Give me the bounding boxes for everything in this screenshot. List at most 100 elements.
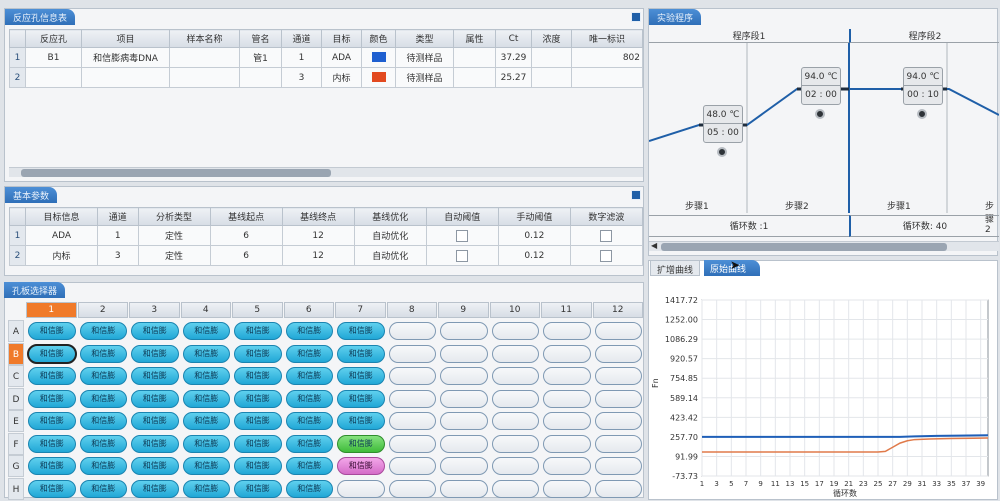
plate-row-E[interactable]: E [8,410,24,432]
col-header[interactable]: 浓度 [531,29,572,48]
plate-well[interactable]: 和信膨 [79,367,127,385]
plate-well[interactable]: 和信膨 [234,412,282,430]
plate-well[interactable]: 和信膨 [79,322,127,340]
cell-target[interactable]: ADA [24,225,99,246]
plate-well[interactable] [543,367,591,385]
cell-auto-threshold[interactable] [425,225,499,246]
plate-well[interactable]: 和信膨 [28,479,76,498]
col-header[interactable]: 通道 [97,207,139,226]
plate-well[interactable]: 和信膨 [285,457,333,475]
plate-well[interactable]: 和信膨 [337,344,385,363]
col-header[interactable]: 基线起点 [209,207,283,226]
cell-type[interactable]: 待测样品 [395,47,454,68]
cell-color[interactable] [361,47,396,68]
plate-well[interactable] [440,322,488,340]
plate-well[interactable]: 和信膨 [131,434,179,453]
cell-baseline-start[interactable]: 6 [209,225,283,246]
plate-well[interactable]: 和信膨 [234,434,282,453]
plate-well[interactable] [594,412,642,430]
camera-icon[interactable] [815,109,825,119]
cell-target[interactable]: 内标 [24,245,99,266]
plate-well[interactable]: 和信膨 [285,344,333,363]
plate-well[interactable]: 和信膨 [182,479,230,498]
plate-well[interactable] [491,479,539,498]
col-header[interactable]: 基线优化 [353,207,427,226]
plate-well[interactable]: 和信膨 [79,412,127,430]
col-header[interactable]: 数字滤波 [569,207,644,226]
plate-well[interactable] [594,322,642,340]
plate-well[interactable]: 和信膨 [182,389,230,408]
plate-column-10[interactable]: 10 [489,302,540,318]
plate-well[interactable]: 和信膨 [131,457,179,475]
cell-manual-threshold[interactable]: 0.12 [497,245,571,266]
plate-row-G[interactable]: G [8,455,24,477]
plate-well[interactable]: 和信膨 [182,322,230,340]
plate-well[interactable]: 和信膨 [28,434,76,453]
plate-well[interactable]: 和信膨 [131,322,179,340]
step-temp[interactable]: 48.0 ℃ [704,106,742,124]
tab-amplification-curve[interactable]: 扩增曲线 [650,260,701,276]
cell-baseline-end[interactable]: 12 [281,245,355,266]
plate-well[interactable]: 和信膨 [285,367,333,385]
plate-well[interactable]: 和信膨 [79,434,127,453]
cell-target[interactable]: 内标 [321,67,362,88]
plate-well[interactable]: 和信膨 [28,322,76,340]
scrollbar-thumb[interactable] [21,169,331,177]
table-row[interactable]: 2 3 内标 待测样品 25.27 [9,67,643,88]
cell-sample[interactable] [169,47,240,68]
plate-well[interactable]: 和信膨 [234,322,282,340]
plate-well[interactable] [388,322,436,340]
plate-well[interactable] [440,344,488,363]
cell-channel[interactable]: 1 [281,47,322,68]
cell-type[interactable]: 待测样品 [395,67,454,88]
col-header[interactable]: 目标信息 [24,207,99,226]
plate-column-2[interactable]: 2 [77,302,128,318]
plate-well[interactable] [543,434,591,453]
cell-attr[interactable] [453,67,496,88]
step-box[interactable]: 94.0 ℃ 00 : 10 [903,67,943,105]
col-header[interactable]: 唯一标识 [571,29,643,48]
plate-well[interactable]: 和信膨 [337,412,385,430]
plate-well[interactable]: 和信膨 [131,367,179,385]
plate-column-11[interactable]: 11 [541,302,592,318]
col-header[interactable]: 目标 [321,29,362,48]
cell-target[interactable]: ADA [321,47,362,68]
cell-id[interactable] [571,67,643,88]
plate-well[interactable] [594,479,642,498]
col-header[interactable]: 项目 [81,29,170,48]
plate-well[interactable]: 和信膨 [79,479,127,498]
plate-well[interactable]: 和信膨 [285,479,333,498]
plate-well[interactable] [388,479,436,498]
plate-well[interactable]: 和信膨 [285,322,333,340]
plate-row-A[interactable]: A [8,320,24,342]
program-scrollbar[interactable]: ◀ [649,241,999,251]
step-temp[interactable]: 94.0 ℃ [904,68,942,86]
plate-well[interactable]: 和信膨 [182,412,230,430]
plate-column-7[interactable]: 7 [335,302,386,318]
cell-well[interactable]: B1 [25,47,82,68]
amplification-chart[interactable]: 1417.72 1252.00 1086.29 920.57 754.85 589.14 4… [648,280,998,500]
step-box[interactable]: 94.0 ℃ 02 : 00 [801,67,841,105]
plate-well[interactable]: 和信膨 [285,389,333,408]
col-header[interactable]: 颜色 [361,29,396,48]
step-temp[interactable]: 94.0 ℃ [802,68,840,86]
plate-well[interactable]: 和信膨 [131,344,179,363]
cell-tube[interactable]: 管1 [239,47,282,68]
plate-well[interactable]: 和信膨 [182,367,230,385]
plate-well[interactable] [388,457,436,475]
col-header[interactable]: 通道 [281,29,322,48]
cell-analysis[interactable]: 定性 [137,245,211,266]
plate-well[interactable]: 和信膨 [182,344,230,363]
cell-baseline-start[interactable]: 6 [209,245,283,266]
plate-well[interactable]: 和信膨 [79,344,127,363]
plate-well[interactable]: 和信膨 [234,367,282,385]
cell-channel[interactable]: 3 [281,67,322,88]
plate-well[interactable] [337,479,385,498]
plate-well[interactable]: 和信膨 [131,412,179,430]
plate-well[interactable] [543,479,591,498]
plate-well[interactable] [491,322,539,340]
plate-well[interactable]: 和信膨 [234,344,282,363]
wells-info-tab[interactable]: 反应孔信息表 [5,9,76,25]
plate-row-B[interactable]: B [8,342,24,365]
digital-filter-checkbox[interactable] [600,229,613,242]
